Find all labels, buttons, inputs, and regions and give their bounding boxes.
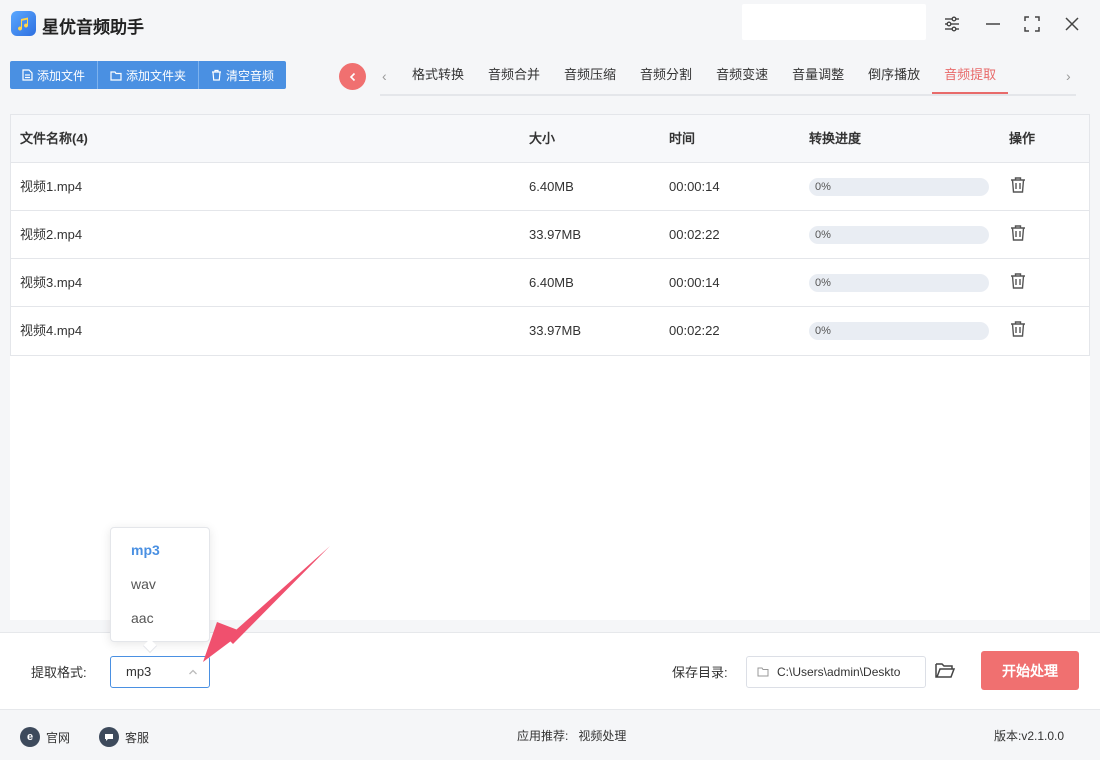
header-time: 时间 — [669, 131, 696, 146]
table-header: 文件名称(4) 大小 时间 转换进度 操作 — [11, 115, 1089, 163]
file-name: 视频3.mp4 — [20, 275, 83, 290]
format-option-mp3[interactable]: mp3 — [131, 542, 160, 558]
file-duration: 00:02:22 — [669, 323, 720, 338]
tab-1[interactable]: 音频合并 — [476, 60, 552, 94]
recommend-label: 应用推荐: — [517, 729, 569, 743]
file-duration: 00:00:14 — [669, 179, 720, 194]
format-label: 提取格式: — [31, 665, 87, 680]
format-option-wav[interactable]: wav — [131, 576, 156, 592]
folder-outline-icon — [757, 667, 769, 677]
progress-text: 0% — [815, 325, 831, 337]
delete-trash-icon[interactable] — [1009, 176, 1027, 197]
clear-audio-label: 清空音频 — [226, 68, 275, 83]
app-recommend: 应用推荐: 视频处理 — [517, 727, 626, 744]
tab-2[interactable]: 音频压缩 — [552, 60, 628, 94]
app-title: 星优音频助手 — [42, 18, 144, 37]
header-progress: 转换进度 — [809, 131, 862, 146]
red-pointer-arrow — [203, 546, 330, 662]
tab-5[interactable]: 音量调整 — [780, 60, 856, 94]
website-label: 官网 — [46, 730, 71, 745]
title-search-area — [742, 4, 926, 40]
close-icon[interactable] — [1060, 12, 1084, 36]
add-file-button[interactable]: 添加文件 — [10, 61, 99, 89]
tab-4[interactable]: 音频变速 — [704, 60, 780, 94]
add-file-label: 添加文件 — [37, 68, 86, 83]
format-option-aac[interactable]: aac — [131, 610, 154, 626]
add-folder-label: 添加文件夹 — [126, 68, 187, 83]
delete-trash-icon[interactable] — [1009, 320, 1027, 341]
clear-audio-button[interactable]: 清空音频 — [199, 61, 287, 89]
delete-trash-icon[interactable] — [1009, 272, 1027, 293]
file-toolbar: 添加文件 添加文件夹 清空音频 — [10, 61, 287, 89]
progress-bar: 0% — [809, 178, 989, 196]
tabs-scroll-left-icon[interactable]: ‹ — [382, 68, 387, 84]
table-row: 视频3.mp4 6.40MB 00:00:14 0% — [11, 259, 1089, 307]
progress-text: 0% — [815, 229, 831, 241]
trash-icon — [212, 69, 222, 81]
chevron-left-icon — [349, 72, 355, 81]
file-table: 文件名称(4) 大小 时间 转换进度 操作 视频1.mp4 6.40MB 00:00… — [10, 114, 1090, 356]
save-path-text: C:\Users\admin\Deskto — [777, 665, 901, 679]
support-link[interactable]: 客服 — [99, 727, 149, 747]
music-note-icon — [11, 11, 36, 36]
tab-0[interactable]: 格式转换 — [400, 60, 476, 94]
title-bar: 星优音频助手 — [0, 0, 1100, 50]
folder-icon — [110, 70, 122, 81]
progress-text: 0% — [815, 277, 831, 289]
format-select-value: mp3 — [126, 664, 152, 679]
file-icon — [22, 69, 33, 81]
file-size: 6.40MB — [529, 179, 574, 194]
table-row: 视频1.mp4 6.40MB 00:00:14 0% — [11, 163, 1089, 211]
file-name: 视频1.mp4 — [20, 179, 83, 194]
progress-bar: 0% — [809, 274, 989, 292]
open-folder-icon[interactable] — [934, 660, 956, 683]
tab-3[interactable]: 音频分割 — [628, 60, 704, 94]
tabs-scroll-right-icon[interactable]: › — [1066, 68, 1071, 84]
progress-bar: 0% — [809, 226, 989, 244]
ie-logo-icon: e — [20, 727, 40, 747]
header-name: 文件名称(4) — [20, 131, 88, 146]
maximize-icon[interactable] — [1020, 12, 1044, 36]
feature-tabs: ‹ 格式转换 音频合并 音频压缩 音频分割 音频变速 音量调整 倒序播放 音频提取 › — [380, 60, 1076, 96]
table-row: 视频2.mp4 33.97MB 00:02:22 0% — [11, 211, 1089, 259]
tab-7[interactable]: 音频提取 — [932, 60, 1009, 94]
back-button[interactable] — [339, 63, 366, 90]
settings-bar: 提取格式: mp3 保存目录: C:\Users\admin\Deskto 开始… — [0, 632, 1100, 710]
file-duration: 00:00:14 — [669, 275, 720, 290]
recommend-app-link[interactable]: 视频处理 — [578, 727, 626, 744]
table-row: 视频4.mp4 33.97MB 00:02:22 0% — [11, 307, 1089, 355]
website-link[interactable]: e 官网 — [20, 727, 70, 747]
save-dir-label: 保存目录: — [672, 665, 728, 680]
progress-bar: 0% — [809, 322, 989, 340]
save-path-input[interactable]: C:\Users\admin\Deskto — [746, 656, 926, 688]
file-size: 33.97MB — [529, 323, 582, 338]
chat-bubble-icon — [99, 727, 119, 747]
minimize-icon[interactable] — [981, 12, 1005, 36]
version-text: 版本:v2.1.0.0 — [994, 729, 1065, 743]
footer-bar: e 官网 客服 应用推荐: 视频处理 版本:v2.1.0.0 — [0, 712, 1100, 760]
delete-trash-icon[interactable] — [1009, 224, 1027, 245]
progress-text: 0% — [815, 181, 831, 193]
file-duration: 00:02:22 — [669, 227, 720, 242]
add-folder-button[interactable]: 添加文件夹 — [98, 61, 200, 89]
tab-6[interactable]: 倒序播放 — [856, 60, 932, 94]
support-label: 客服 — [125, 730, 150, 745]
start-processing-button[interactable]: 开始处理 — [981, 651, 1079, 690]
file-name: 视频2.mp4 — [20, 227, 83, 242]
header-operation: 操作 — [1009, 131, 1036, 146]
chevron-up-icon — [189, 669, 197, 675]
header-size: 大小 — [529, 131, 556, 146]
file-size: 6.40MB — [529, 275, 574, 290]
file-name: 视频4.mp4 — [20, 323, 83, 338]
settings-sliders-icon[interactable] — [940, 12, 964, 36]
file-size: 33.97MB — [529, 227, 582, 242]
